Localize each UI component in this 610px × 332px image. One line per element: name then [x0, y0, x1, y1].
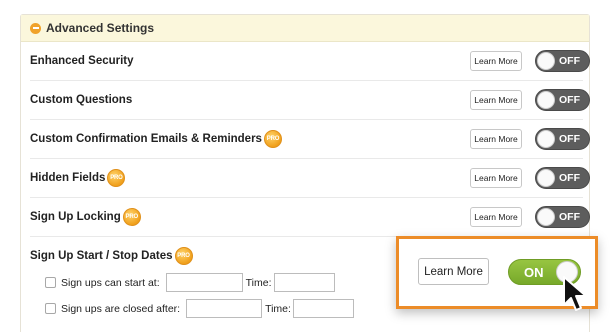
- pro-badge-icon: PRO: [263, 130, 282, 148]
- closed-time-input[interactable]: [292, 299, 354, 318]
- start-date-input[interactable]: [165, 273, 243, 292]
- toggle-knob: [537, 169, 555, 187]
- learn-more-button[interactable]: Learn More: [470, 90, 522, 110]
- toggle-switch[interactable]: OFF: [535, 128, 590, 150]
- toggle-state-label: OFF: [559, 55, 580, 67]
- pro-badge-icon: PRO: [122, 208, 141, 226]
- learn-more-button[interactable]: Learn More: [470, 51, 522, 71]
- start-date-line: Sign ups can start at: Time:: [45, 273, 335, 292]
- closed-date-line: Sign ups are closed after: Time:: [45, 299, 354, 318]
- toggle-knob: [537, 130, 555, 148]
- advanced-settings-header[interactable]: Advanced Settings: [21, 15, 589, 42]
- learn-more-button[interactable]: Learn More: [470, 129, 522, 149]
- closed-date-checkbox[interactable]: [45, 303, 56, 314]
- learn-more-button[interactable]: Learn More: [470, 168, 522, 188]
- toggle-switch[interactable]: OFF: [535, 89, 590, 111]
- pro-badge-icon: PRO: [107, 169, 126, 187]
- highlight-callout: Learn More ON: [396, 236, 598, 311]
- start-time-label: Time:: [245, 276, 272, 289]
- toggle-switch[interactable]: OFF: [535, 167, 590, 189]
- mouse-pointer-icon: [563, 276, 587, 311]
- toggle-switch[interactable]: OFF: [535, 50, 590, 72]
- start-time-input[interactable]: [273, 273, 335, 292]
- start-date-checkbox[interactable]: [45, 277, 56, 288]
- start-date-label: Sign ups can start at:: [61, 276, 160, 289]
- toggle-knob: [537, 91, 555, 109]
- sign-up-dates-title: Sign Up Start / Stop Dates PRO: [30, 247, 193, 265]
- collapse-icon[interactable]: [30, 22, 41, 34]
- setting-row-sign-up-locking: Sign Up Locking PRO Learn More OFF: [30, 198, 590, 237]
- toggle-switch[interactable]: OFF: [535, 206, 590, 228]
- setting-label: Hidden Fields: [30, 172, 106, 184]
- toggle-state-label: OFF: [559, 172, 580, 184]
- toggle-knob: [537, 208, 555, 226]
- toggle-state-label: OFF: [559, 211, 580, 223]
- setting-label: Custom Confirmation Emails & Reminders: [30, 133, 262, 145]
- toggle-state-label: OFF: [559, 133, 580, 145]
- setting-label: Enhanced Security: [30, 55, 134, 67]
- closed-date-label: Sign ups are closed after:: [61, 302, 181, 315]
- toggle-state-label: OFF: [559, 94, 580, 106]
- setting-row-hidden-fields: Hidden Fields PRO Learn More OFF: [30, 159, 590, 198]
- pro-badge-icon: PRO: [174, 247, 193, 265]
- learn-more-button[interactable]: Learn More: [470, 207, 522, 227]
- toggle-knob: [537, 52, 555, 70]
- closed-time-label: Time:: [265, 302, 291, 315]
- setting-row-custom-questions: Custom Questions Learn More OFF: [30, 81, 590, 120]
- setting-label: Custom Questions: [30, 94, 133, 106]
- setting-label: Sign Up Start / Stop Dates: [30, 250, 173, 262]
- section-title: Advanced Settings: [46, 21, 155, 35]
- toggle-state-label: ON: [524, 265, 544, 280]
- setting-row-custom-confirmation-emails: Custom Confirmation Emails & Reminders P…: [30, 120, 590, 159]
- closed-date-input[interactable]: [186, 299, 263, 318]
- setting-label: Sign Up Locking: [30, 211, 121, 223]
- learn-more-button[interactable]: Learn More: [418, 258, 489, 285]
- setting-row-enhanced-security: Enhanced Security Learn More OFF: [30, 42, 590, 81]
